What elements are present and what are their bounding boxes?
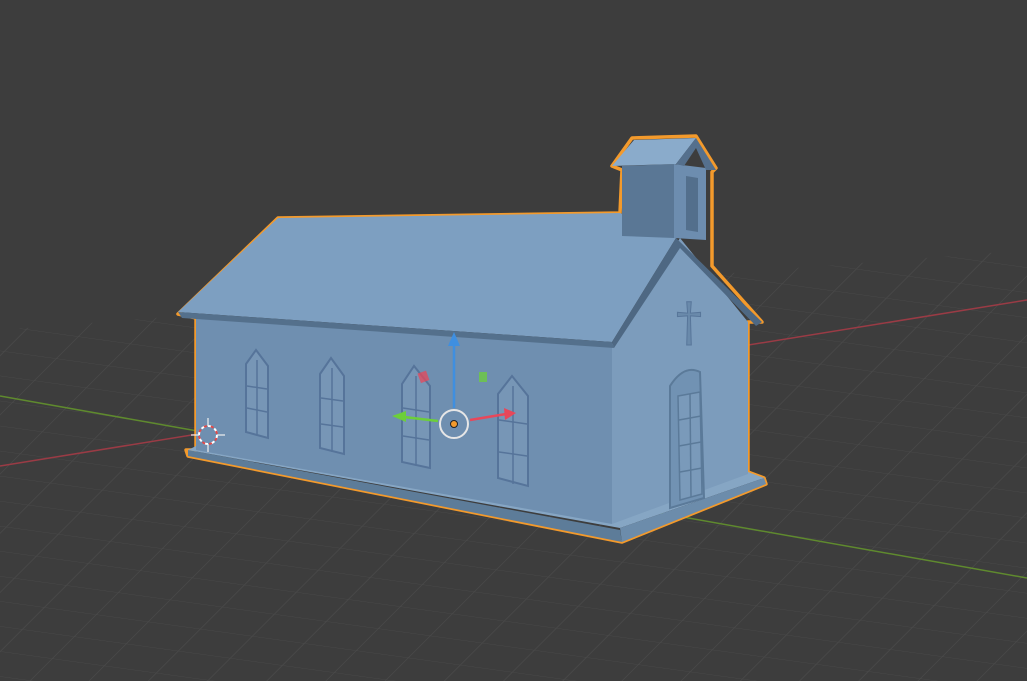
tower-opening <box>686 176 698 232</box>
viewport-canvas[interactable]: † <box>0 0 1027 681</box>
gizmo-yz-plane[interactable] <box>479 372 487 382</box>
object-origin <box>450 420 458 428</box>
window-1 <box>245 348 269 440</box>
front-door <box>669 368 706 510</box>
tower-side <box>622 164 674 238</box>
gable-cross: † <box>676 293 702 353</box>
window-2 <box>319 356 345 456</box>
3d-viewport[interactable]: † <box>0 0 1027 681</box>
window-4 <box>497 374 529 488</box>
